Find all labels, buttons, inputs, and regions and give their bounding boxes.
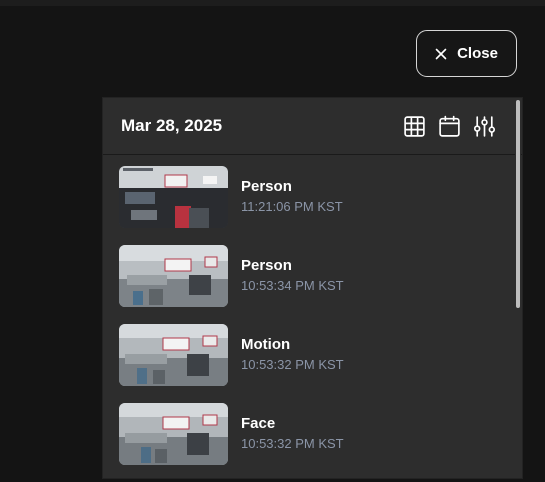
top-bar <box>0 0 545 6</box>
event-type: Motion <box>241 336 291 353</box>
calendar-icon[interactable] <box>437 114 462 139</box>
event-type: Person <box>241 257 292 274</box>
date-title: Mar 28, 2025 <box>121 116 223 135</box>
close-icon <box>435 48 447 59</box>
events-panel: Mar 28, 2025 Person 11:21:06 PM KST Pers… <box>103 98 522 478</box>
filter-sliders-icon[interactable] <box>472 114 497 139</box>
close-button[interactable]: Close <box>416 30 517 77</box>
event-item[interactable]: Person 10:53:34 PM KST <box>119 245 499 324</box>
event-time: 10:53:32 PM KST <box>241 357 344 372</box>
event-type: Face <box>241 415 276 432</box>
event-time: 10:53:32 PM KST <box>241 436 344 451</box>
event-time: 10:53:34 PM KST <box>241 278 344 293</box>
close-label: Close <box>457 45 498 62</box>
event-item[interactable]: Motion 10:53:32 PM KST <box>119 324 499 403</box>
event-thumbnail[interactable] <box>119 245 228 307</box>
event-type: Person <box>241 178 292 195</box>
event-thumbnail[interactable] <box>119 403 228 465</box>
panel-header: Mar 28, 2025 <box>103 98 522 155</box>
event-item[interactable]: Person 11:21:06 PM KST <box>119 166 499 245</box>
header-icons <box>402 114 497 139</box>
event-list: Person 11:21:06 PM KST Person 10:53:34 P… <box>119 166 499 482</box>
event-thumbnail[interactable] <box>119 324 228 386</box>
event-thumbnail[interactable] <box>119 166 228 228</box>
event-time: 11:21:06 PM KST <box>241 199 343 214</box>
grid-icon[interactable] <box>402 114 427 139</box>
scrollbar-thumb[interactable] <box>516 100 520 308</box>
scrollbar[interactable] <box>515 98 521 478</box>
event-item[interactable]: Face 10:53:32 PM KST <box>119 403 499 482</box>
